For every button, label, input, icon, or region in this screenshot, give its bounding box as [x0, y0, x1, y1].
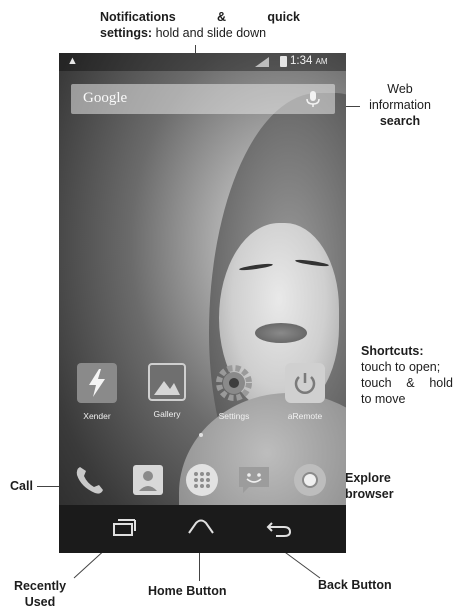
app-label: aRemote: [287, 411, 323, 421]
battery-icon: [280, 56, 287, 67]
home-button-annotation: Home Button: [148, 584, 227, 598]
clock-time: 1:34: [290, 55, 313, 67]
warning-icon: ▲: [67, 55, 78, 67]
hold-word: hold: [429, 376, 453, 390]
web-text: Web: [387, 82, 413, 96]
explore-text: Explore: [345, 471, 391, 485]
back-icon[interactable]: [264, 515, 294, 539]
app-aremote[interactable]: aRemote: [276, 363, 334, 421]
ampersand-word: &: [217, 10, 227, 24]
recently-text: Recently: [13, 579, 67, 593]
phone-home-screen: ▲ 1:34 AM Google Xender Gallery Settings…: [59, 53, 346, 553]
to-move-text: to move: [361, 392, 406, 406]
search-text: search: [379, 114, 421, 128]
settings-word: settings:: [100, 26, 153, 40]
gear-icon: [214, 363, 254, 403]
quick-word: quick: [267, 10, 300, 24]
recently-used-annotation: Recently Used: [8, 578, 72, 610]
shortcuts-title: Shortcuts:: [361, 344, 424, 358]
recent-apps-icon[interactable]: [109, 515, 139, 539]
navigation-bar: [59, 505, 346, 553]
used-text: Used: [24, 595, 56, 609]
messaging-icon[interactable]: [235, 461, 273, 499]
clock: 1:34 AM: [290, 55, 328, 67]
information-text: information: [369, 98, 431, 112]
clock-ampm: AM: [315, 57, 328, 66]
app-gallery[interactable]: Gallery: [138, 363, 196, 419]
app-label: Xender: [83, 411, 111, 421]
hold-slide-text: hold and slide down: [155, 26, 267, 40]
app-label: Gallery: [153, 409, 181, 419]
gallery-icon: [148, 363, 186, 401]
page-indicator: [199, 433, 203, 437]
signal-icon: [255, 57, 269, 67]
search-placeholder: Google: [83, 90, 128, 106]
shortcuts-annotation: Shortcuts: touch to open; touch & hold t…: [361, 343, 453, 407]
lightning-icon: [77, 363, 117, 403]
explore-annotation: Explore browser: [345, 470, 394, 502]
wallpaper-lips: [255, 323, 307, 343]
microphone-icon[interactable]: [303, 89, 323, 109]
favorites-dock: [59, 455, 346, 505]
contacts-icon[interactable]: [129, 461, 167, 499]
amp-word: &: [406, 376, 415, 390]
browser-icon[interactable]: [291, 461, 329, 499]
home-icon[interactable]: [186, 515, 216, 539]
call-annotation: Call: [10, 479, 33, 493]
touch-open-text: touch to open;: [361, 360, 441, 374]
app-settings[interactable]: Settings: [205, 363, 263, 421]
notifications-word: Notifications: [100, 10, 176, 24]
back-button-annotation: Back Button: [318, 578, 392, 592]
app-xender[interactable]: Xender: [68, 363, 126, 421]
web-search-annotation: Web information search: [360, 81, 440, 129]
app-label: Settings: [218, 411, 250, 421]
power-icon: [285, 363, 325, 403]
app-drawer-icon[interactable]: [183, 461, 221, 499]
home-pointer-line: [199, 553, 200, 581]
phone-icon[interactable]: [71, 461, 109, 499]
touch-word: touch: [361, 376, 392, 390]
status-bar[interactable]: ▲ 1:34 AM: [59, 53, 346, 71]
notifications-annotation: Notifications & quick settings: hold and…: [100, 9, 300, 41]
google-search-bar[interactable]: Google: [71, 84, 335, 114]
browser-text: browser: [345, 487, 394, 501]
